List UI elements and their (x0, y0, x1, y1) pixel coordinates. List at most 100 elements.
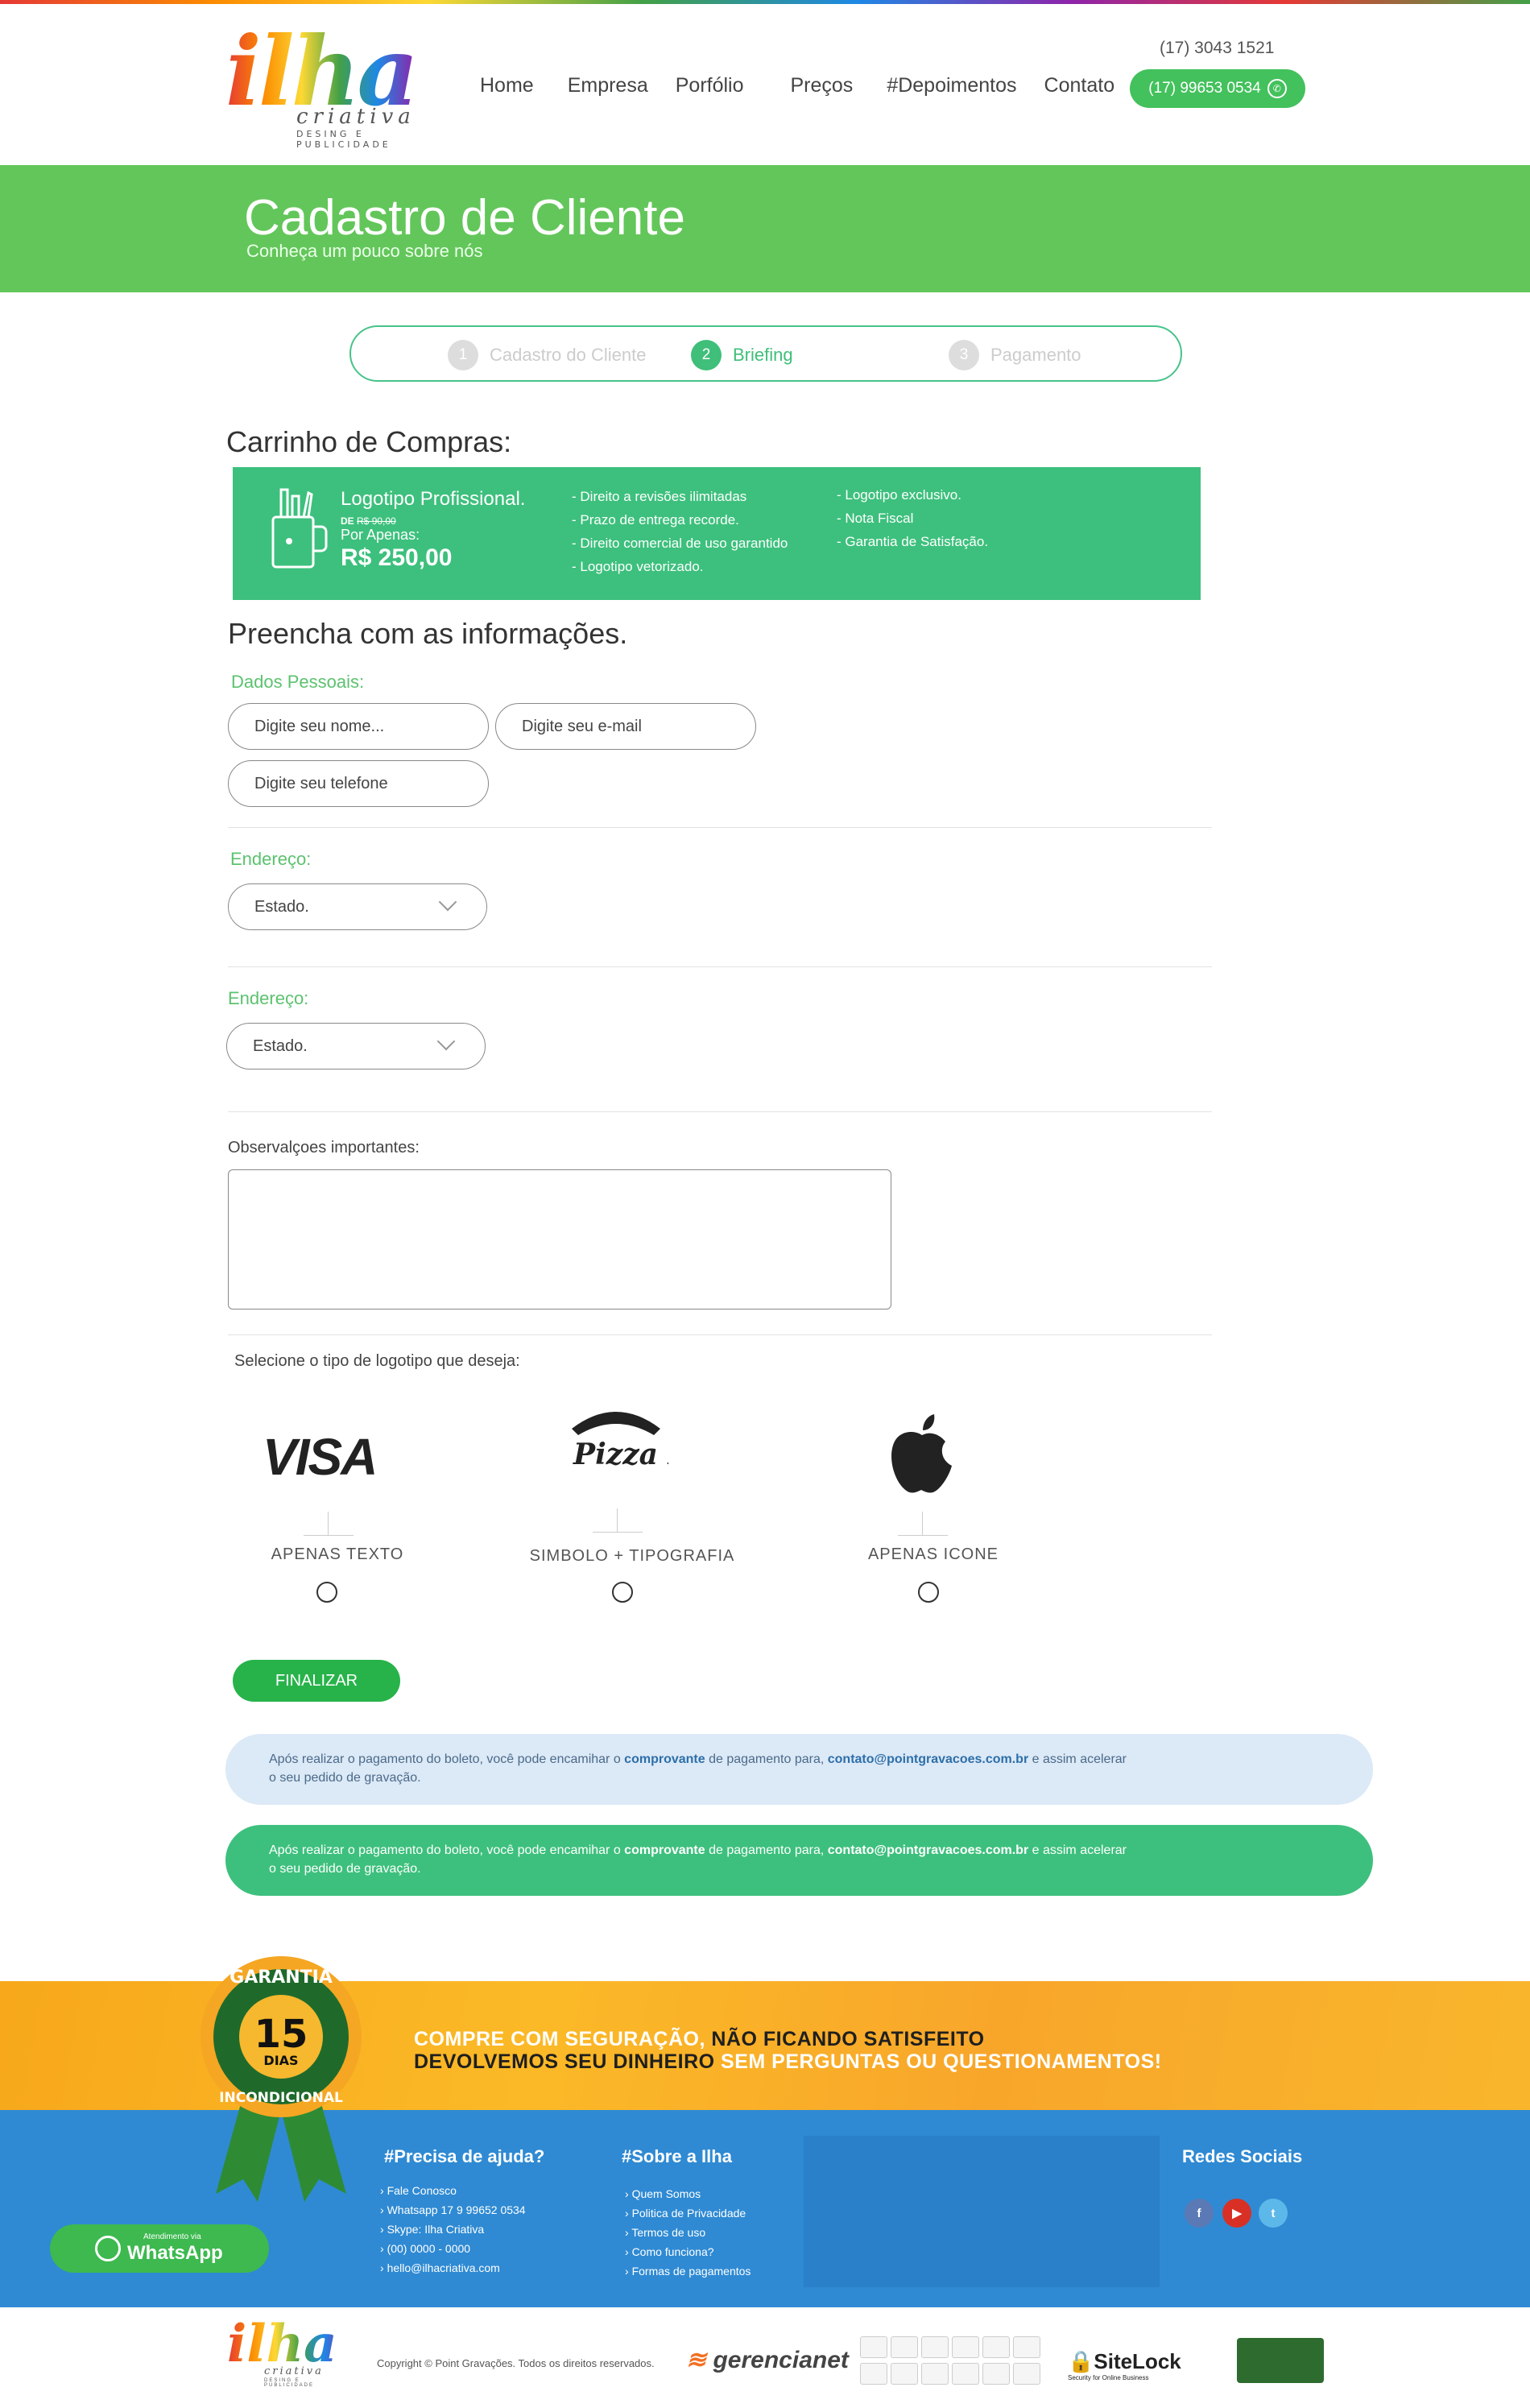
apple-icon (891, 1414, 952, 1493)
guarantee-line: NÃO FICANDO SATISFEITO (705, 2028, 985, 2050)
about-item[interactable]: Formas de pagamentos (625, 2261, 751, 2281)
youtube-icon[interactable]: ▶ (1222, 2199, 1251, 2228)
step-briefing[interactable]: 2 Briefing (691, 340, 793, 370)
state-select-1[interactable]: Estado. (228, 883, 487, 930)
feature-item: - Logotipo exclusivo. (837, 487, 961, 503)
notice-text: de pagamento para, (705, 1843, 828, 1857)
guarantee-text: COMPRE COM SEGURAÇÃO, NÃO FICANDO SATISF… (414, 2028, 1162, 2073)
sitelock-sub: Security for Online Business (1068, 2374, 1149, 2381)
radio-icon-only[interactable] (918, 1582, 939, 1603)
pizza-hut-logo-example: Pizza Hut (572, 1412, 668, 1471)
twitter-icon[interactable]: t (1259, 2199, 1288, 2228)
notice-blue: Após realizar o pagamento do boleto, voc… (225, 1734, 1373, 1805)
whatsapp-button[interactable]: (17) 99653 0534 ✆ (1130, 69, 1305, 108)
phone-input[interactable]: Digite seu telefone (228, 760, 489, 807)
seal-number: 15 (254, 2012, 308, 2057)
chevron-down-icon (436, 1032, 456, 1051)
page-subtitle: Conheça um pouco sobre nós (246, 241, 483, 261)
state-select-value: Estado. (253, 1036, 308, 1055)
nav-precos[interactable]: Preços (791, 74, 854, 97)
help-item[interactable]: (00) 0000 - 0000 (380, 2239, 526, 2258)
help-item[interactable]: Skype: Ilha Criativa (380, 2220, 526, 2239)
card-icon (891, 2336, 918, 2358)
personal-data-label: Dados Pessoais: (231, 672, 365, 692)
help-list: Fale Conosco Whatsapp 17 9 99652 0534 Sk… (380, 2181, 526, 2278)
radio-text-only[interactable] (316, 1582, 337, 1603)
option-connector (304, 1512, 354, 1536)
card-icon (952, 2363, 979, 2385)
visa-logo-example: VISA (263, 1428, 378, 1486)
lock-icon: 🔒 (1068, 2349, 1094, 2373)
divider (228, 827, 1212, 828)
product-price: R$ 250,00 (341, 544, 453, 571)
notice-email-link[interactable]: contato@pointgravacoes.com.br (828, 1843, 1028, 1857)
whatsapp-float-button[interactable]: Atendimento via WhatsApp (50, 2224, 269, 2273)
whatsapp-number: (17) 99653 0534 (1148, 80, 1261, 97)
nav-depoimentos[interactable]: #Depoimentos (887, 74, 1016, 97)
facebook-icon[interactable]: f (1185, 2199, 1214, 2228)
about-item[interactable]: Termos de uso (625, 2223, 751, 2242)
product-old-price: DE R$ 90,00 (341, 515, 396, 527)
option-label-text: APENAS TEXTO (271, 1545, 404, 1563)
notice-text: Após realizar o pagamento do boleto, voc… (269, 1752, 625, 1766)
name-input[interactable]: Digite seu nome... (228, 703, 489, 750)
security-seal-badge[interactable] (1237, 2338, 1324, 2383)
nav-empresa[interactable]: Empresa (568, 74, 648, 97)
notice-bold: comprovante (624, 1752, 705, 1766)
product-name: Logotipo Profissional. (341, 488, 526, 510)
notes-textarea[interactable] (228, 1169, 891, 1310)
feature-item: - Logotipo vetorizado. (572, 559, 704, 574)
divider (228, 1334, 1212, 1335)
copyright: Copyright © Point Gravações. Todos os di… (377, 2357, 655, 2369)
card-icon (921, 2363, 949, 2385)
step-pagamento[interactable]: 3 Pagamento (949, 340, 1081, 370)
help-item[interactable]: Fale Conosco (380, 2181, 526, 2200)
logo-type-label: Selecione o tipo de logotipo que deseja: (234, 1352, 520, 1370)
rainbow-top-stripe (0, 0, 1530, 4)
step-label: Pagamento (990, 345, 1081, 365)
footer-logo-sub: criativa (264, 2365, 324, 2377)
map-placeholder[interactable] (804, 2136, 1160, 2287)
checkout-steps: 1 Cadastro do Cliente 2 Briefing 3 Pagam… (349, 325, 1182, 382)
seal-bottom-text: INCONDICIONAL (219, 2090, 343, 2106)
ilha-logo[interactable]: ilha criativa DESING E PUBLICIDADE (225, 24, 443, 151)
footer-logo[interactable]: ilha criativa DESING E PUBLICIDADE (227, 2319, 348, 2396)
feature-item: - Garantia de Satisfação. (837, 534, 989, 549)
step-cadastro[interactable]: 1 Cadastro do Cliente (448, 340, 646, 370)
about-item[interactable]: Politica de Privacidade (625, 2203, 751, 2223)
help-item[interactable]: Whatsapp 17 9 99652 0534 (380, 2200, 526, 2220)
feature-item: - Prazo de entrega recorde. (572, 512, 739, 528)
email-input[interactable]: Digite seu e-mail (495, 703, 756, 750)
finish-button[interactable]: FINALIZAR (233, 1660, 400, 1702)
nav-portfolio[interactable]: Porfólio (676, 74, 744, 97)
help-item[interactable]: hello@ilhacriativa.com (380, 2258, 526, 2278)
notes-label: Observalçoes importantes: (228, 1139, 420, 1156)
notice-email-link[interactable]: contato@pointgravacoes.com.br (828, 1752, 1028, 1766)
state-select-value: Estado. (254, 897, 309, 916)
whatsapp-icon (95, 2236, 121, 2261)
guarantee-line: COMPRE COM SEGURAÇÃO, (414, 2028, 705, 2050)
option-label-icon: APENAS ICONE (867, 1545, 999, 1563)
card-icon (952, 2336, 979, 2358)
feature-list-1: - Direito a revisões ilimitadas - Prazo … (572, 485, 788, 578)
radio-symbol-typo[interactable] (612, 1582, 633, 1603)
nav-contato[interactable]: Contato (1044, 74, 1115, 97)
cart-title: Carrinho de Compras: (226, 425, 512, 458)
gerencianet-mark-icon: ≋ (686, 2347, 713, 2373)
feature-item: - Nota Fiscal (837, 511, 914, 526)
about-item[interactable]: Como funciona? (625, 2242, 751, 2261)
feature-list-2: - Logotipo exclusivo. - Nota Fiscal - Ga… (837, 483, 988, 553)
whatsapp-icon: ✆ (1267, 79, 1287, 98)
nav-home[interactable]: Home (480, 74, 534, 97)
address-label-1: Endereço: (230, 849, 312, 869)
feature-item: - Direito comercial de uso garantido (572, 536, 788, 551)
step-number: 3 (949, 340, 979, 370)
card-icon (1013, 2363, 1040, 2385)
page-title: Cadastro de Cliente (244, 190, 685, 246)
help-title: #Precisa de ajuda? (384, 2146, 545, 2166)
sitelock-badge[interactable]: 🔒SiteLock Security for Online Business (1068, 2349, 1181, 2381)
page-banner: Cadastro de Cliente Conheça um pouco sob… (0, 165, 1530, 292)
state-select-2[interactable]: Estado. (226, 1023, 486, 1070)
step-number: 2 (691, 340, 722, 370)
about-item[interactable]: Quem Somos (625, 2184, 751, 2203)
